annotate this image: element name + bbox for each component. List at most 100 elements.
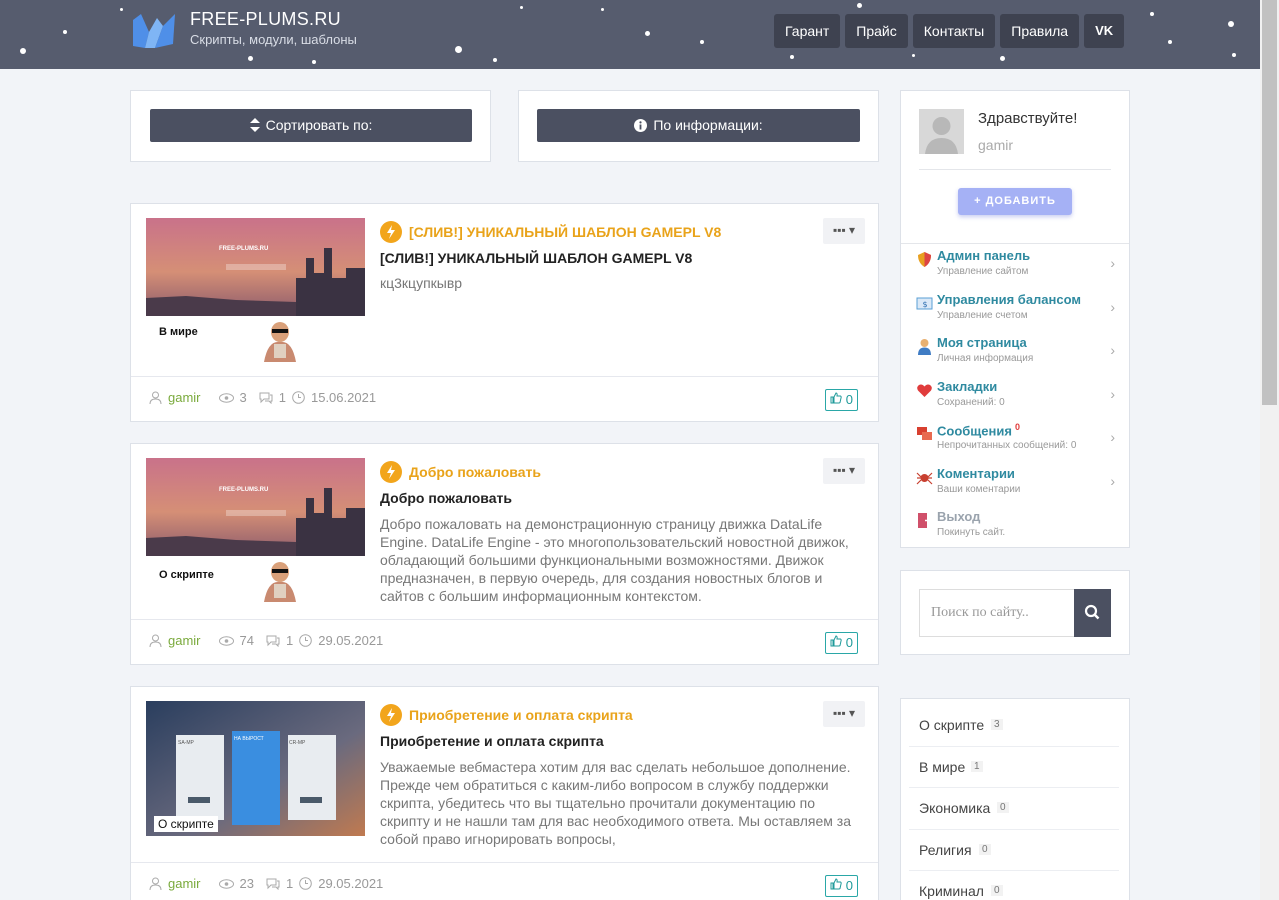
post-author-link[interactable]: gamir xyxy=(168,633,201,648)
post-card: SA-MP НА ВЫРОСТ CR-MP О скрипте Приобрет… xyxy=(130,686,879,900)
avatar-placeholder-icon xyxy=(925,117,958,154)
post-title-link[interactable]: Приобретение и оплата скрипта xyxy=(380,704,633,726)
category-item[interactable]: Религия 0 xyxy=(909,830,1119,871)
search-button[interactable] xyxy=(1074,589,1111,637)
post-heading: Приобретение и оплата скрипта xyxy=(380,733,604,749)
like-button[interactable]: 0 xyxy=(825,875,858,897)
category-name[interactable]: Криминал xyxy=(919,883,984,899)
menu-item-bookmarks[interactable]: Закладки Сохранений: 0 › xyxy=(901,374,1129,418)
username[interactable]: gamir xyxy=(978,137,1013,153)
exit-icon xyxy=(918,513,933,528)
avatar[interactable] xyxy=(919,109,964,154)
category-name[interactable]: Религия xyxy=(919,842,972,858)
post-author-link[interactable]: gamir xyxy=(168,876,201,891)
post-options-dropdown[interactable]: ▪▪▪ ▾ xyxy=(823,701,865,727)
post-title[interactable]: [СЛИВ!] УНИКАЛЬНЫЙ ШАБЛОН GAMEPL V8 xyxy=(409,224,721,240)
plan-name: НА ВЫРОСТ xyxy=(234,736,264,742)
by-info-button[interactable]: По информации: xyxy=(537,109,860,142)
post-views: 3 xyxy=(239,390,247,405)
menu-item-messages[interactable]: Сообщения 0 Непрочитанных сообщений: 0 › xyxy=(901,417,1129,461)
plan-name: SA-MP xyxy=(178,740,194,746)
comments-icon xyxy=(259,392,273,404)
thumbnail-category-label: О скрипте xyxy=(154,816,218,832)
post-author-link[interactable]: gamir xyxy=(168,390,201,405)
logo-icon[interactable] xyxy=(133,14,175,50)
like-button[interactable]: 0 xyxy=(825,632,858,654)
category-item[interactable]: Экономика 0 xyxy=(909,788,1119,830)
post-footer: gamir 23 1 29.05.2021 0 xyxy=(131,862,878,900)
post-excerpt: Добро пожаловать на демонстрационную стр… xyxy=(380,516,849,604)
character-image xyxy=(264,562,296,602)
post-thumbnail[interactable] xyxy=(146,458,365,556)
chevron-right-icon: › xyxy=(1110,298,1115,315)
category-item[interactable]: О скрипте 3 xyxy=(909,705,1119,747)
sort-by-label: Сортировать по: xyxy=(265,117,373,133)
user-panel: Здравствуйте! gamir + ДОБАВИТЬ Админ пан… xyxy=(900,90,1130,548)
scrollbar-thumb[interactable] xyxy=(1262,0,1277,405)
thumbnail-category-label: О скрипте xyxy=(159,569,214,581)
eye-icon xyxy=(218,635,234,646)
post-title[interactable]: Добро пожаловать xyxy=(409,464,541,480)
user-icon xyxy=(918,339,931,355)
post-views: 23 xyxy=(239,876,254,891)
like-count: 0 xyxy=(845,878,853,893)
menu-item-balance[interactable]: $ Управления балансом Управление счетом … xyxy=(901,287,1129,331)
category-name[interactable]: Экономика xyxy=(919,800,990,816)
eye-icon xyxy=(218,878,234,889)
category-item[interactable]: Криминал 0 xyxy=(909,871,1119,900)
character-image xyxy=(264,322,296,362)
category-item[interactable]: В мире 1 xyxy=(909,747,1119,788)
menu-item-comments[interactable]: Коментарии Ваши коментарии › xyxy=(901,461,1129,505)
user-menu: Админ панель Управление сайтом › $ Управ… xyxy=(901,243,1129,548)
sort-by-button[interactable]: Сортировать по: xyxy=(150,109,472,142)
messages-icon xyxy=(917,427,932,440)
menu-item-title: Сообщения 0 xyxy=(937,422,1020,438)
thumbnail-caption: В мире xyxy=(146,316,365,366)
category-name[interactable]: В мире xyxy=(919,759,965,775)
post-comments-count[interactable]: 1 xyxy=(286,633,293,648)
post-title-link[interactable]: Добро пожаловать xyxy=(380,461,541,483)
menu-item-subtitle: Управление сайтом xyxy=(937,266,1029,277)
category-count: 0 xyxy=(979,843,991,855)
nav-price-button[interactable]: Прайс xyxy=(845,14,908,48)
post-options-dropdown[interactable]: ▪▪▪ ▾ xyxy=(823,218,865,244)
post-card: FREE-PLUMS.RU В мире [СЛИВ!] УНИКАЛЬНЫЙ … xyxy=(130,203,879,422)
post-date: 29.05.2021 xyxy=(318,876,384,891)
post-title-link[interactable]: [СЛИВ!] УНИКАЛЬНЫЙ ШАБЛОН GAMEPL V8 xyxy=(380,221,721,243)
post-options-dropdown[interactable]: ▪▪▪ ▾ xyxy=(823,458,865,484)
by-info-label: По информации: xyxy=(653,117,763,133)
clock-icon xyxy=(299,877,313,890)
like-button[interactable]: 0 xyxy=(825,389,858,411)
category-name[interactable]: О скрипте xyxy=(919,717,984,733)
menu-item-subtitle: Непрочитанных сообщений: 0 xyxy=(937,440,1077,451)
clock-icon xyxy=(299,634,313,647)
categories-panel: О скрипте 3 В мире 1 Экономика 0 Религия 0 К… xyxy=(900,698,1130,900)
page-scrollbar[interactable] xyxy=(1260,0,1279,900)
plan-name: CR-MP xyxy=(289,740,306,746)
post-comments-count[interactable]: 1 xyxy=(286,876,293,891)
nav-contacts-button[interactable]: Контакты xyxy=(912,14,996,48)
menu-item-my-page[interactable]: Моя страница Личная информация › xyxy=(901,330,1129,374)
post-thumbnail[interactable] xyxy=(146,218,365,316)
post-title[interactable]: Приобретение и оплата скрипта xyxy=(409,707,633,723)
nav-rules-button[interactable]: Правила xyxy=(1000,14,1080,48)
post-footer: gamir 3 1 15.06.2021 0 xyxy=(131,376,878,421)
post-card: FREE-PLUMS.RU О скрипте Добро пожаловать… xyxy=(130,443,879,665)
menu-item-logout[interactable]: Выход Покинуть сайт. xyxy=(901,504,1129,548)
category-count: 0 xyxy=(991,885,1003,896)
comments-icon xyxy=(266,635,280,647)
lightning-icon xyxy=(380,461,402,483)
site-tagline: Скрипты, модули, шаблоны xyxy=(190,32,357,47)
site-title[interactable]: FREE-PLUMS.RU xyxy=(190,9,341,30)
add-button[interactable]: + ДОБАВИТЬ xyxy=(958,188,1072,215)
search-input[interactable]: Поиск по сайту.. xyxy=(919,589,1075,637)
vk-icon[interactable]: VK xyxy=(1084,14,1125,48)
info-panel: По информации: xyxy=(518,90,879,162)
post-comments-count[interactable]: 1 xyxy=(279,390,286,405)
thumbnail-site-name: FREE-PLUMS.RU xyxy=(219,487,269,493)
post-excerpt: кц3кцупкывр xyxy=(380,275,463,291)
nav-garant-button[interactable]: Гарант xyxy=(774,14,841,48)
menu-item-title: Закладки xyxy=(937,378,998,394)
sort-panel: Сортировать по: xyxy=(130,90,491,162)
menu-item-admin-panel[interactable]: Админ панель Управление сайтом › xyxy=(901,243,1129,287)
